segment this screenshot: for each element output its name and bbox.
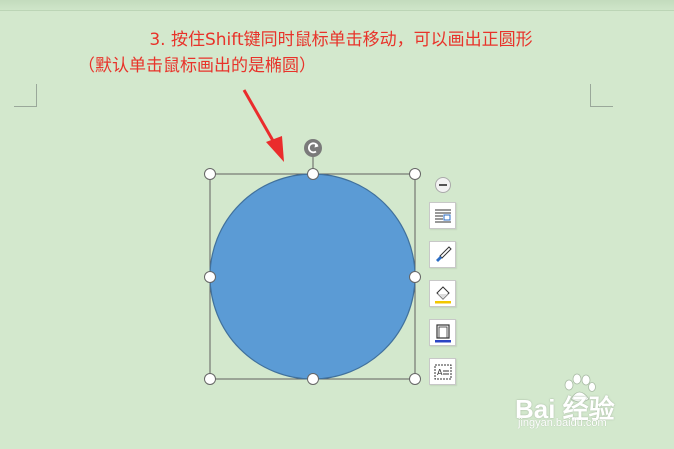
svg-text:A: A	[437, 368, 443, 377]
outline-icon	[435, 324, 451, 343]
resize-handle-right[interactable]	[409, 271, 421, 283]
shape-style-brush-icon	[436, 246, 452, 262]
resize-handle-left[interactable]	[204, 271, 216, 283]
shape-style-button[interactable]	[429, 241, 456, 268]
layout-options-icon	[435, 209, 451, 223]
resize-handle-bottom[interactable]	[307, 373, 319, 385]
text-box-button[interactable]: A	[429, 358, 456, 385]
baidu-jingyan-watermark: Bai 经验 jingyan.baidu.com	[515, 373, 665, 435]
rotate-handle-icon[interactable]	[304, 139, 322, 157]
layout-options-button[interactable]	[429, 202, 456, 229]
resize-handle-top-right[interactable]	[409, 168, 421, 180]
fill-bucket-icon	[435, 286, 451, 304]
resize-handle-top[interactable]	[307, 168, 319, 180]
watermark-url: jingyan.baidu.com	[518, 417, 607, 429]
resize-handle-top-left[interactable]	[204, 168, 216, 180]
collapse-toolbar-button[interactable]	[435, 177, 451, 193]
circle-shape[interactable]	[209, 173, 416, 380]
text-box-icon: A	[434, 364, 452, 380]
resize-handle-bottom-right[interactable]	[409, 373, 421, 385]
shape-fill-button[interactable]	[429, 280, 456, 307]
shape-outline-button[interactable]	[429, 319, 456, 346]
resize-handle-bottom-left[interactable]	[204, 373, 216, 385]
